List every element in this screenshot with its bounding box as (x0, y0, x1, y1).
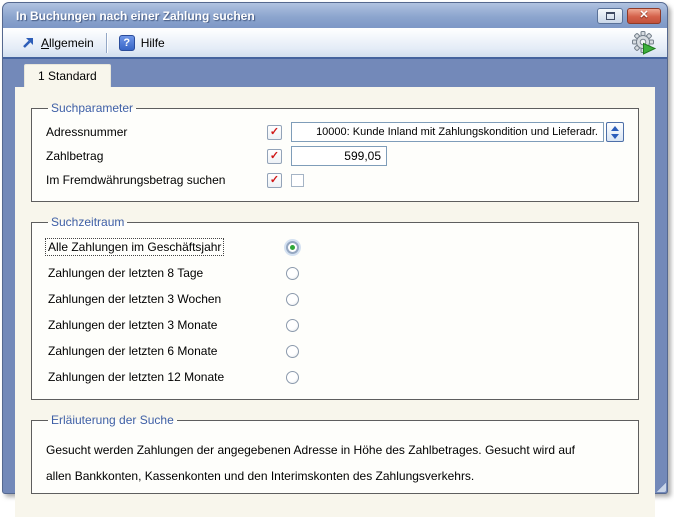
row-adressnummer: Adressnummer 10000: Kunde Inland mit Zah… (46, 120, 624, 144)
minimize-button[interactable] (597, 8, 623, 24)
group-suchparameter: Suchparameter Adressnummer 10000: Kunde … (31, 101, 639, 202)
adressnummer-spinner[interactable] (606, 122, 624, 142)
spinner-up-icon (611, 126, 619, 131)
allgemein-button-label: Allgemein (41, 36, 94, 50)
content-panel: Suchparameter Adressnummer 10000: Kunde … (15, 87, 655, 517)
option-row: Alle Zahlungen im Geschäftsjahr (46, 234, 624, 260)
option-row: Zahlungen der letzten 3 Wochen (46, 286, 624, 312)
option-row: Zahlungen der letzten 12 Monate (46, 364, 624, 390)
row-zahlbetrag: Zahlbetrag (46, 144, 624, 168)
option-label: Zahlungen der letzten 6 Monate (46, 343, 286, 359)
row-fremdwaehrung: Im Fremdwährungsbetrag suchen (46, 168, 624, 192)
explanation-line: allen Bankkonten, Kassenkonten und den I… (46, 468, 624, 484)
zahlbetrag-label: Zahlbetrag (46, 149, 267, 163)
hilfe-button[interactable]: ? Hilfe (111, 32, 173, 54)
group-erlaeuterung: Erläiuterung der Suche Gesucht werden Za… (31, 413, 639, 494)
close-button[interactable] (627, 8, 661, 24)
option-label: Zahlungen der letzten 8 Tage (46, 265, 286, 281)
restore-icon (606, 12, 615, 20)
dialog-window: In Buchungen nach einer Zahlung suchen A… (2, 2, 668, 494)
spinner-down-icon (611, 134, 619, 139)
radio-geschaeftsjahr[interactable] (286, 241, 299, 254)
red-check-icon[interactable] (267, 173, 282, 188)
fremdwaehrung-checkbox[interactable] (291, 174, 304, 187)
radio-6-monate[interactable] (286, 345, 299, 358)
radio-8-tage[interactable] (286, 267, 299, 280)
red-check-icon[interactable] (267, 125, 282, 140)
titlebar[interactable]: In Buchungen nach einer Zahlung suchen (3, 3, 667, 28)
group-erlaeuterung-title: Erläiuterung der Suche (48, 413, 177, 427)
hilfe-button-label: Hilfe (141, 36, 165, 50)
help-icon: ? (119, 35, 135, 51)
tab-strip: 1 Standard (3, 59, 667, 87)
window-title: In Buchungen nach einer Zahlung suchen (16, 9, 593, 23)
option-row: Zahlungen der letzten 6 Monate (46, 338, 624, 364)
zahlbetrag-input[interactable] (291, 146, 387, 166)
arrow-up-right-icon (21, 36, 35, 50)
explanation-line: Gesucht werden Zahlungen der angegebenen… (46, 442, 624, 458)
allgemein-button[interactable]: Allgemein (13, 33, 102, 53)
gear-run-icon[interactable] (631, 30, 657, 56)
radio-3-monate[interactable] (286, 319, 299, 332)
adressnummer-label: Adressnummer (46, 125, 267, 139)
option-label: Zahlungen der letzten 3 Monate (46, 317, 286, 333)
group-suchzeitraum-title: Suchzeitraum (48, 215, 127, 229)
option-label: Alle Zahlungen im Geschäftsjahr (46, 239, 286, 255)
resize-grip[interactable] (656, 482, 666, 492)
red-check-icon[interactable] (267, 149, 282, 164)
radio-3-wochen[interactable] (286, 293, 299, 306)
option-row: Zahlungen der letzten 3 Monate (46, 312, 624, 338)
tab-standard[interactable]: 1 Standard (24, 64, 111, 87)
toolbar-separator (106, 33, 107, 53)
group-suchparameter-title: Suchparameter (48, 101, 136, 115)
group-suchzeitraum: Suchzeitraum Alle Zahlungen im Geschäfts… (31, 215, 639, 400)
option-label: Zahlungen der letzten 3 Wochen (46, 291, 286, 307)
option-row: Zahlungen der letzten 8 Tage (46, 260, 624, 286)
option-label: Zahlungen der letzten 12 Monate (46, 369, 286, 385)
adressnummer-dropdown[interactable]: 10000: Kunde Inland mit Zahlungskonditio… (291, 122, 604, 142)
toolbar: Allgemein ? Hilfe (3, 28, 667, 59)
radio-12-monate[interactable] (286, 371, 299, 384)
fremdwaehrung-label: Im Fremdwährungsbetrag suchen (46, 173, 267, 187)
